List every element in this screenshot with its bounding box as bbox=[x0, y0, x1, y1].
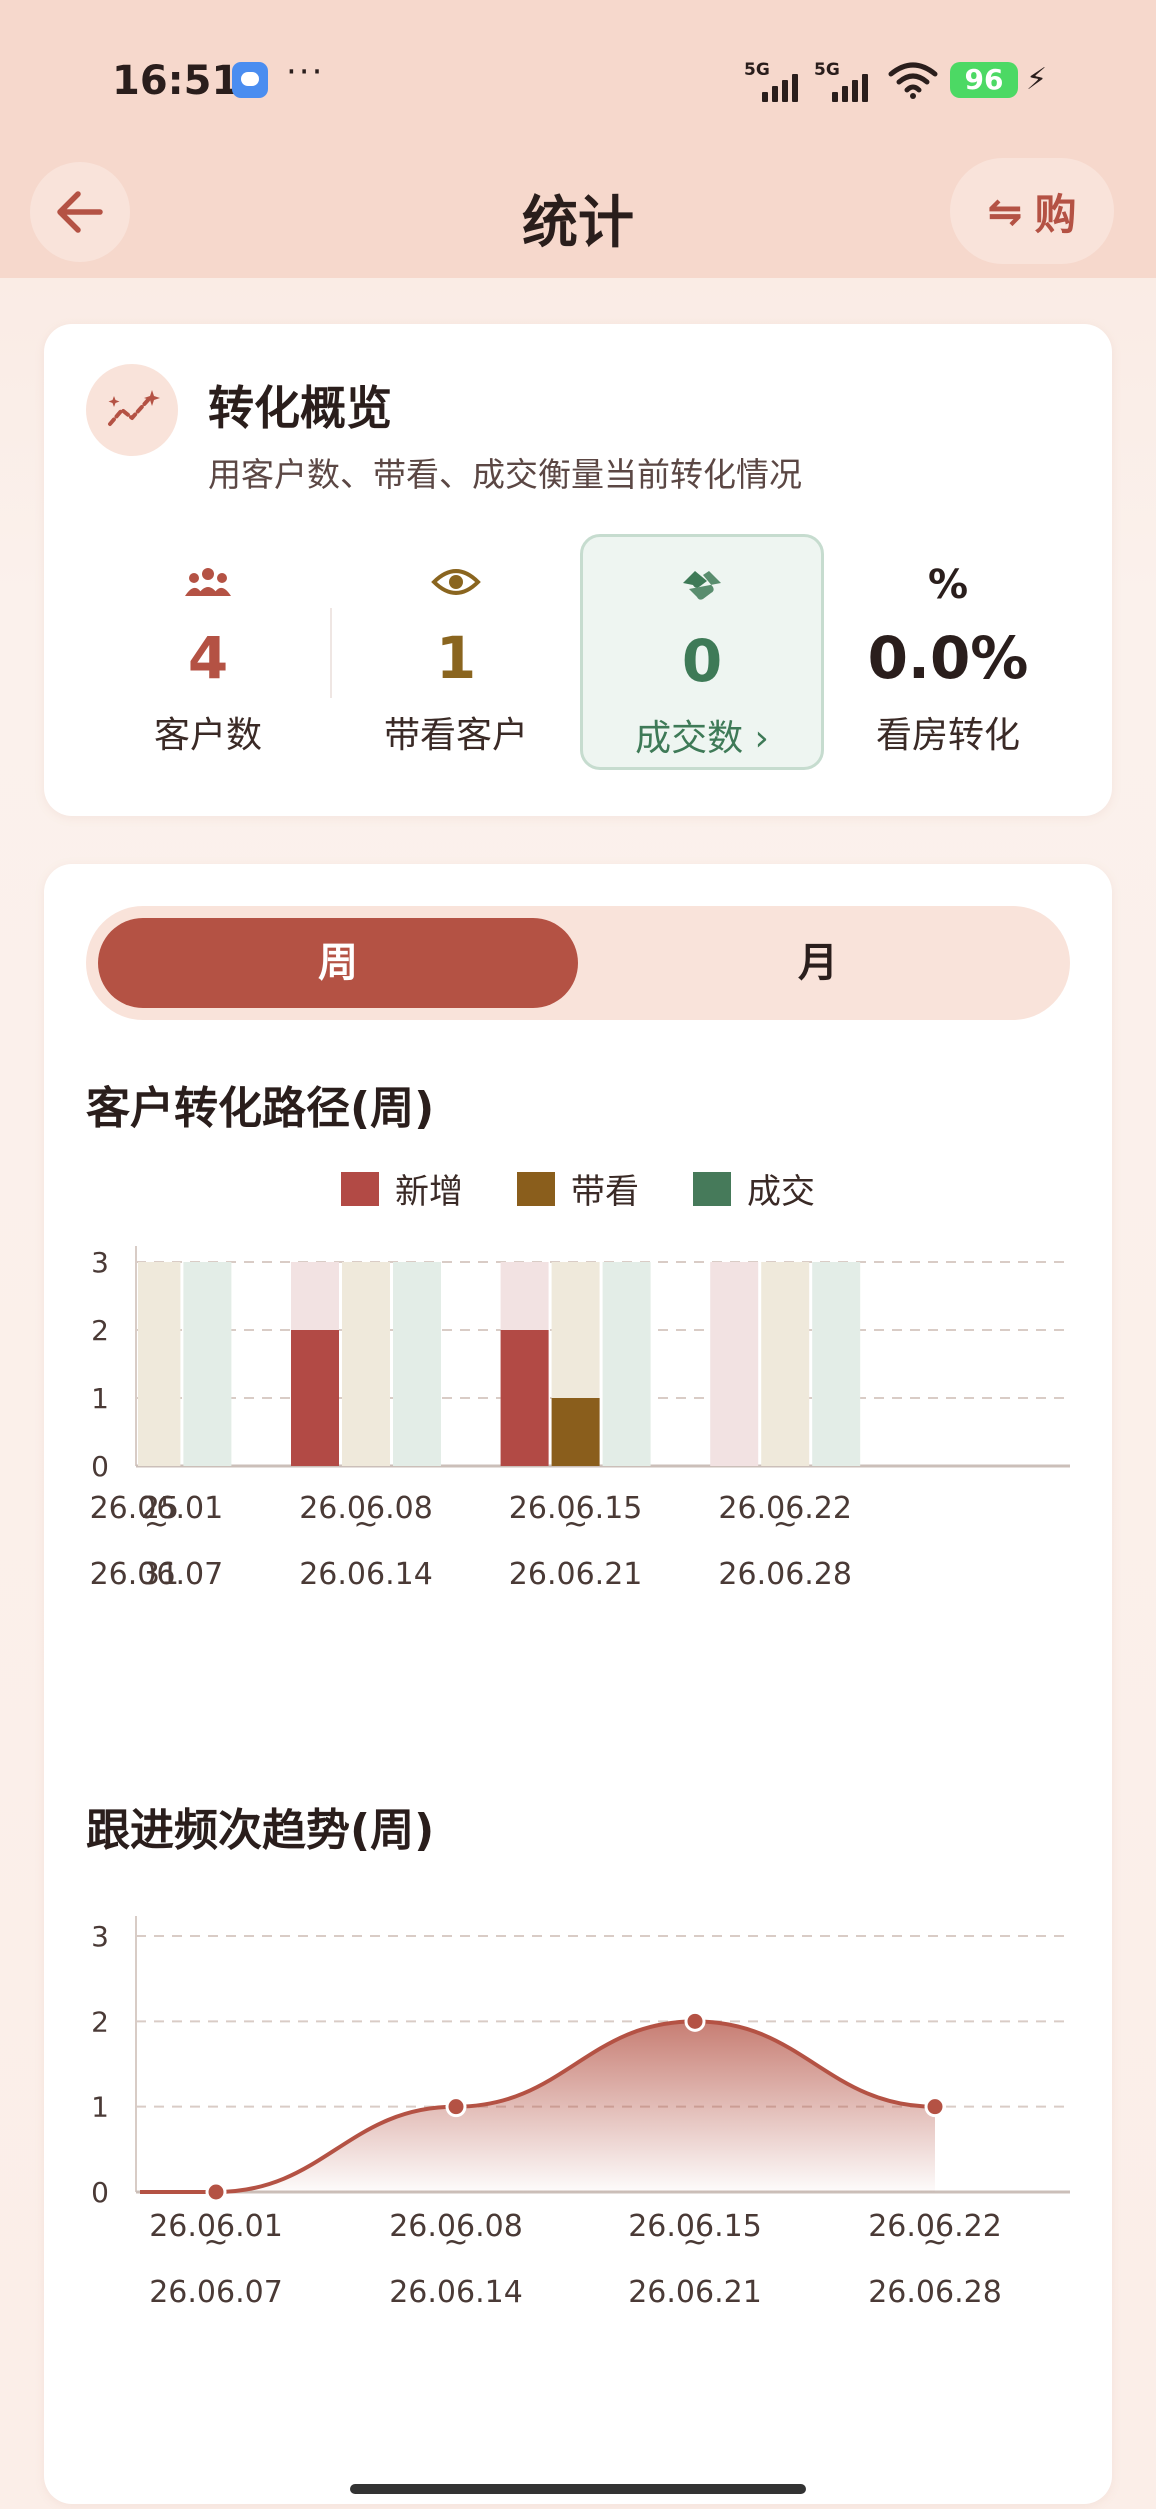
bar-新增 bbox=[291, 1330, 339, 1466]
bar-带看 bbox=[551, 1398, 600, 1466]
x-tick-label: ~ bbox=[682, 2225, 707, 2260]
x-tick-label: 26.06.28 bbox=[868, 2275, 1002, 2310]
status-time: 16:51 bbox=[112, 58, 240, 104]
battery-indicator: 96 bbox=[950, 62, 1018, 98]
tab-week[interactable]: 周 bbox=[98, 918, 578, 1008]
y-tick-label: 0 bbox=[91, 1450, 109, 1483]
switch-mode-button[interactable]: ⇋ 购 bbox=[950, 158, 1114, 264]
data-point bbox=[205, 2181, 227, 2203]
area-fill bbox=[140, 2021, 935, 2192]
bar-chart-title: 客户转化路径(周) bbox=[86, 1083, 435, 1134]
legend-item-new[interactable]: 新增 bbox=[341, 1164, 463, 1213]
legend-swatch bbox=[693, 1171, 731, 1206]
percent-icon: % bbox=[927, 562, 969, 608]
trend-sparkle-icon bbox=[86, 364, 178, 456]
people-icon bbox=[86, 562, 330, 602]
period-toggle: 周 月 bbox=[86, 906, 1070, 1020]
bar-chart-legend: 新增 带看 成交 bbox=[44, 1164, 1112, 1213]
overview-subtitle: 用客户数、带看、成交衡量当前转化情况 bbox=[208, 455, 802, 494]
x-tick-label: ~ bbox=[144, 1507, 169, 1542]
y-tick-label: 1 bbox=[91, 1382, 109, 1415]
metric-value: 0 bbox=[681, 627, 723, 695]
x-tick-label: 26.06.07 bbox=[149, 2275, 283, 2310]
charging-icon: ⚡ bbox=[1026, 62, 1048, 97]
y-tick-label: 2 bbox=[91, 2005, 109, 2038]
x-tick-label: ~ bbox=[443, 2225, 468, 2260]
x-tick-label: ~ bbox=[563, 1507, 588, 1542]
x-tick-label: 26.06.14 bbox=[299, 1557, 433, 1592]
legend-label: 带看 bbox=[571, 1172, 639, 1212]
tab-month[interactable]: 月 bbox=[578, 918, 1058, 1008]
metric-visited[interactable]: 1 带看客户 bbox=[334, 534, 578, 770]
bar-background bbox=[138, 1262, 181, 1466]
legend-label: 成交 bbox=[747, 1172, 815, 1212]
x-tick-label: 26.06.28 bbox=[718, 1557, 852, 1592]
x-tick-label: 26.06.07 bbox=[90, 1557, 224, 1592]
divider bbox=[330, 608, 332, 698]
metric-deals[interactable]: 0 成交数 › bbox=[580, 534, 824, 770]
y-tick-label: 1 bbox=[91, 2091, 109, 2124]
signal-icon: 5G bbox=[744, 60, 806, 102]
signal-icon-2: 5G bbox=[814, 60, 876, 102]
overview-title: 转化概览 bbox=[208, 381, 392, 435]
bar-background bbox=[761, 1262, 810, 1466]
metric-label: 成交数 › bbox=[635, 718, 769, 759]
bar-background bbox=[710, 1262, 759, 1466]
metric-value: 1 bbox=[435, 624, 477, 692]
x-tick-label: 26.06.21 bbox=[509, 1557, 643, 1592]
bar-新增 bbox=[500, 1330, 549, 1466]
legend-item-visit[interactable]: 带看 bbox=[517, 1164, 639, 1213]
swap-icon: ⇋ bbox=[987, 186, 1023, 236]
home-indicator bbox=[350, 2484, 806, 2494]
data-point bbox=[445, 2096, 467, 2118]
eye-icon bbox=[334, 562, 578, 602]
line-chart-title: 跟进频次趋势(周) bbox=[86, 1805, 435, 1856]
bar-background bbox=[812, 1262, 861, 1466]
more-notifications-icon: ··· bbox=[286, 52, 325, 92]
x-tick-label: ~ bbox=[922, 2225, 947, 2260]
legend-item-deal[interactable]: 成交 bbox=[693, 1164, 815, 1213]
y-tick-label: 0 bbox=[91, 2176, 109, 2209]
handshake-icon bbox=[583, 565, 821, 605]
conversion-overview-card: 转化概览 用客户数、带看、成交衡量当前转化情况 4 客户数 1 带看客户 0 成… bbox=[44, 324, 1112, 816]
app-notification-icon bbox=[232, 62, 268, 98]
metric-customers[interactable]: 4 客户数 bbox=[86, 534, 330, 770]
metric-value: 4 bbox=[187, 624, 229, 692]
switch-mode-label: 购 bbox=[1034, 189, 1077, 239]
bar-background bbox=[342, 1262, 390, 1466]
y-tick-label: 3 bbox=[91, 1246, 109, 1279]
metric-label: 客户数 bbox=[153, 715, 262, 756]
bar-background bbox=[602, 1262, 651, 1466]
metric-conversion: % 0.0% 看房转化 bbox=[826, 534, 1070, 770]
bar-chart: 0123253126.06.01~26.06.0726.06.08~26.06.… bbox=[90, 1246, 1070, 1592]
metric-label: 看房转化 bbox=[875, 715, 1020, 756]
charts-card: 周 月 客户转化路径(周) 新增 带看 成交 0 1 2 3 25 31 26.06.01 ~… bbox=[44, 864, 1112, 2504]
legend-label: 新增 bbox=[395, 1172, 463, 1212]
metric-label: 带看客户 bbox=[383, 715, 528, 756]
data-point bbox=[924, 2096, 946, 2118]
top-bar: 16:51 ··· 5G 5G 96 ⚡ 统计 ⇋ 购 bbox=[0, 0, 1156, 278]
x-tick-label: 26.06.14 bbox=[389, 2275, 523, 2310]
y-tick-label: 3 bbox=[91, 1920, 109, 1953]
bar-background bbox=[393, 1262, 441, 1466]
x-tick-label: ~ bbox=[773, 1507, 798, 1542]
line-chart: 012326.06.01~26.06.0726.06.08~26.06.1426… bbox=[91, 1916, 1070, 2310]
wifi-icon bbox=[888, 62, 938, 99]
y-tick-label: 2 bbox=[91, 1314, 109, 1347]
x-tick-label: 26.06.21 bbox=[628, 2275, 762, 2310]
legend-swatch bbox=[517, 1171, 555, 1206]
legend-swatch bbox=[341, 1171, 379, 1206]
x-tick-label: ~ bbox=[203, 2225, 228, 2260]
data-point bbox=[684, 2010, 706, 2032]
metric-value: 0.0% bbox=[867, 624, 1029, 692]
bar-background bbox=[183, 1262, 232, 1466]
x-tick-label: ~ bbox=[353, 1507, 378, 1542]
